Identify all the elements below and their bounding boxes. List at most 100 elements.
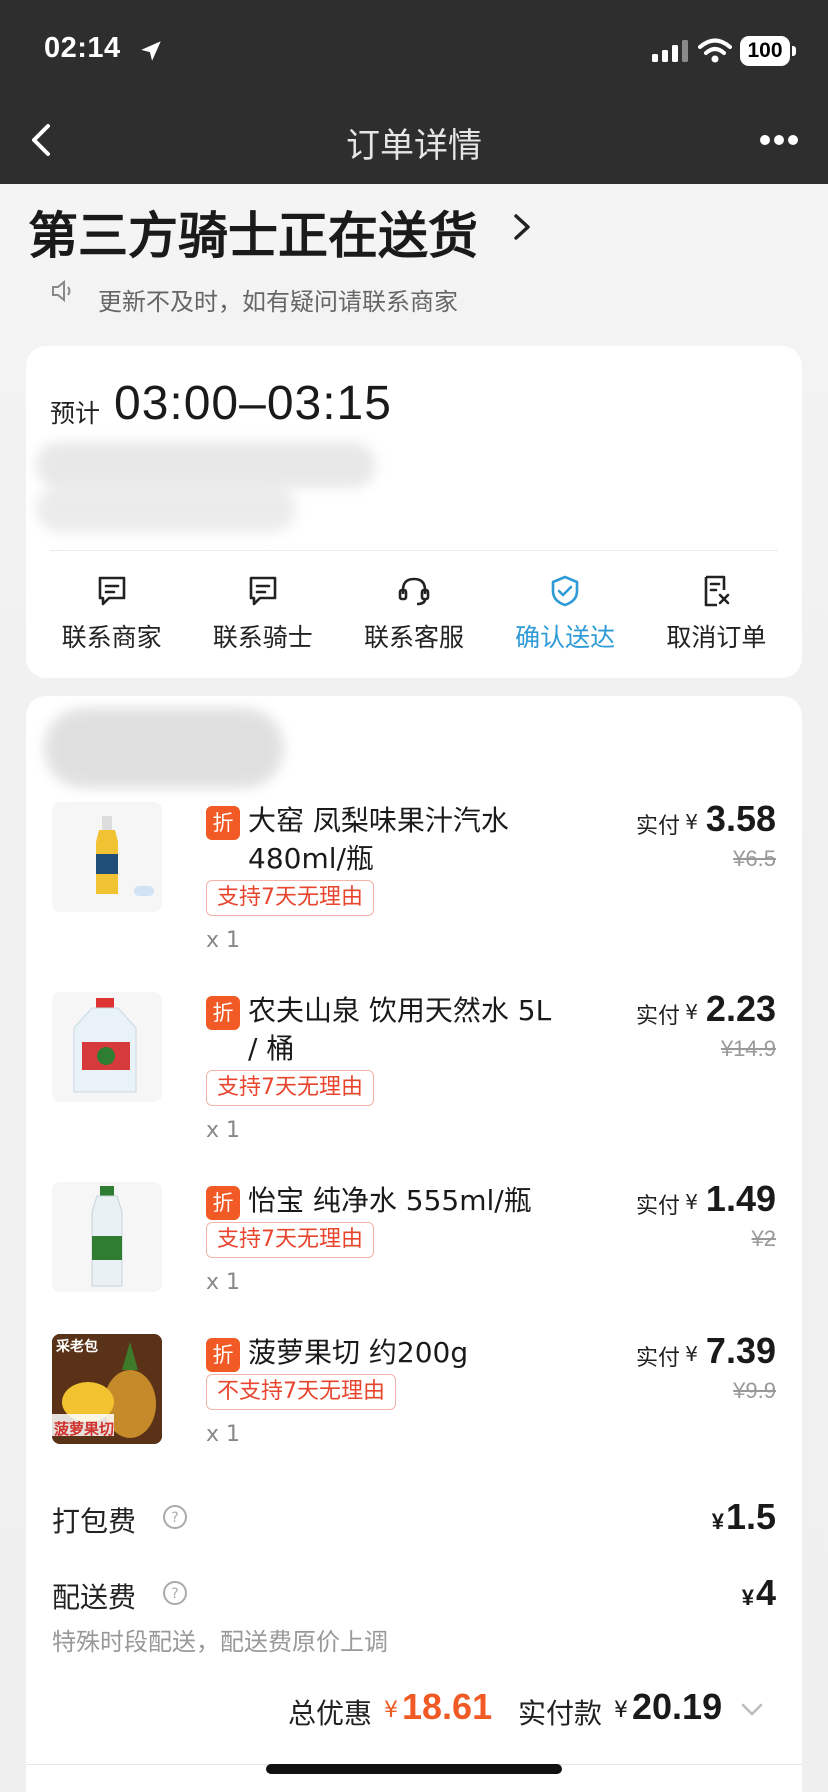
- chat-icon: [249, 576, 277, 606]
- original-price: ¥14.9: [720, 1036, 776, 1061]
- currency-symbol: ¥: [685, 1000, 698, 1024]
- return-policy-tag: 支持7天无理由: [206, 880, 374, 916]
- return-policy-tag: 支持7天无理由: [206, 1222, 374, 1258]
- battery-level: 100: [740, 36, 790, 66]
- water-jug-image: [73, 998, 137, 1093]
- water-bottle-image: [91, 1186, 123, 1287]
- paid-label: 实付: [635, 1346, 680, 1371]
- location-arrow-icon: [141, 41, 161, 61]
- action-bar: 联系商家 联系骑士 联系客服 确认送达 取消订单: [26, 574, 802, 664]
- status-bar: 02:14 100: [0, 30, 828, 70]
- eta-label: 预计: [50, 399, 101, 428]
- speaker-icon: [52, 279, 71, 303]
- check-circle-icon: [551, 575, 579, 607]
- packing-fee-row: 打包费 ? ¥1.5: [52, 1496, 776, 1540]
- quantity: x 1: [206, 1422, 241, 1447]
- product-image: [52, 802, 162, 912]
- order-item[interactable]: 折 大窑 凤梨味果汁汽水 480ml/瓶 支持7天无理由 x 1 实付 ¥ 3.…: [52, 798, 776, 953]
- paid-price: 3.58: [705, 798, 776, 839]
- action-label: 联系客服: [363, 623, 464, 652]
- delivery-fee-label: 配送费: [52, 1581, 137, 1614]
- nav-bar: 订单详情: [0, 100, 828, 180]
- currency-symbol: ¥: [614, 1698, 628, 1723]
- quantity: x 1: [206, 1118, 241, 1143]
- product-name: 怡宝 纯净水 555ml/瓶: [248, 1184, 532, 1217]
- paid-price: 1.49: [705, 1178, 776, 1219]
- contact-merchant-button[interactable]: 联系商家: [37, 574, 187, 664]
- action-label: 确认送达: [515, 623, 616, 652]
- delivery-fee-value: ¥4: [741, 1572, 776, 1613]
- discount-badge: 折: [206, 806, 240, 840]
- quantity: x 1: [206, 1270, 241, 1295]
- thumb-brand-text: 采老包: [56, 1339, 98, 1355]
- chat-icon: [98, 576, 125, 606]
- chevron-right-icon[interactable]: [510, 208, 534, 246]
- delivery-notice: 更新不及时，如有疑问请联系商家: [50, 272, 790, 322]
- eta-time: 03:00–03:15: [114, 377, 392, 430]
- return-policy-tag: 支持7天无理由: [206, 1070, 374, 1106]
- product-name: 农夫山泉 饮用天然水 5L / 桶: [248, 994, 552, 1065]
- paid-amount-label: 实付款: [518, 1697, 603, 1730]
- product-image: [52, 1182, 162, 1292]
- total-discount-label: 总优惠: [288, 1697, 373, 1730]
- svg-text:?: ?: [171, 1586, 178, 1602]
- thumb-product-text: 菠萝果切: [54, 1420, 115, 1438]
- top-header: 02:14 100 订单详情: [0, 0, 828, 184]
- currency-symbol: ¥: [685, 1190, 698, 1214]
- chevron-down-icon[interactable]: [740, 1702, 764, 1718]
- confirm-delivery-button[interactable]: 确认送达: [490, 574, 640, 664]
- battery-icon: 100: [740, 36, 796, 66]
- original-price: ¥9.9: [733, 1378, 776, 1403]
- delivery-fee-row: 配送费 ? ¥4 特殊时段配送，配送费原价上调: [52, 1572, 776, 1656]
- original-price: ¥2: [751, 1226, 776, 1251]
- currency-symbol: ¥: [685, 1342, 698, 1366]
- delivery-fee-note: 特殊时段配送，配送费原价上调: [52, 1628, 388, 1656]
- currency-symbol: ¥: [685, 810, 698, 834]
- return-policy-tag: 不支持7天无理由: [206, 1374, 396, 1410]
- original-price: ¥6.5: [733, 846, 776, 871]
- paid-label: 实付: [635, 1194, 680, 1219]
- help-icon[interactable]: ?: [162, 1580, 188, 1606]
- page-title: 订单详情: [346, 126, 482, 166]
- currency-symbol: ¥: [384, 1698, 398, 1723]
- product-image: [52, 992, 162, 1102]
- order-item[interactable]: 折 农夫山泉 饮用天然水 5L / 桶 支持7天无理由 x 1 实付 ¥ 2.2…: [52, 988, 776, 1143]
- cancel-order-button[interactable]: 取消订单: [641, 574, 791, 664]
- product-name: 菠萝果切 约200g: [248, 1336, 469, 1369]
- discount-badge: 折: [206, 1186, 240, 1220]
- paid-price: 2.23: [705, 988, 776, 1029]
- redacted-address: [36, 442, 376, 488]
- action-label: 联系骑士: [212, 623, 313, 652]
- contact-rider-button[interactable]: 联系骑士: [188, 574, 338, 664]
- packing-fee-value: ¥1.5: [711, 1496, 776, 1537]
- help-icon[interactable]: ?: [162, 1504, 188, 1530]
- contact-support-button[interactable]: 联系客服: [339, 574, 489, 664]
- order-item[interactable]: 折 怡宝 纯净水 555ml/瓶 支持7天无理由 x 1 实付 ¥ 1.49 ¥…: [52, 1178, 776, 1295]
- bottle-image: [96, 816, 154, 896]
- status-time: 02:14: [44, 32, 121, 64]
- delivery-status-title[interactable]: 第三方骑士正在送货: [28, 196, 478, 268]
- discount-badge: 折: [206, 1338, 240, 1372]
- action-label: 联系商家: [61, 623, 162, 652]
- order-totals[interactable]: 总优惠 ¥ 18.61 实付款 ¥ 20.19: [26, 1686, 802, 1736]
- redacted-store-name: [44, 708, 284, 788]
- redacted-contact: [36, 486, 296, 532]
- total-discount-value: 18.61: [402, 1686, 493, 1727]
- notice-text: 更新不及时，如有疑问请联系商家: [98, 288, 458, 316]
- order-items-card: 折 大窑 凤梨味果汁汽水 480ml/瓶 支持7天无理由 x 1 实付 ¥ 3.…: [26, 696, 802, 1792]
- paid-label: 实付: [635, 1004, 680, 1029]
- delivery-info-card: 预计 03:00–03:15 联系商家 联系骑士 联系客服 确认送达 取消订单: [26, 346, 802, 678]
- paid-amount-value: 20.19: [632, 1686, 723, 1727]
- product-name: 大窑 凤梨味果汁汽水 480ml/瓶: [248, 804, 509, 875]
- order-item[interactable]: 采老包 菠萝果切 折 菠萝果切 约200g 不支持7天无理由 x 1 实付 ¥ …: [52, 1330, 776, 1447]
- wifi-icon: [698, 38, 732, 63]
- home-indicator[interactable]: [266, 1764, 562, 1774]
- packing-fee-label: 打包费: [52, 1505, 137, 1538]
- cellular-signal-icon: [652, 40, 688, 62]
- paid-price: 7.39: [705, 1330, 776, 1371]
- svg-text:?: ?: [171, 1510, 178, 1526]
- product-image: 采老包 菠萝果切: [52, 1334, 162, 1444]
- discount-badge: 折: [206, 996, 240, 1030]
- more-options-icon[interactable]: [760, 130, 806, 150]
- cancel-doc-icon: [705, 575, 730, 607]
